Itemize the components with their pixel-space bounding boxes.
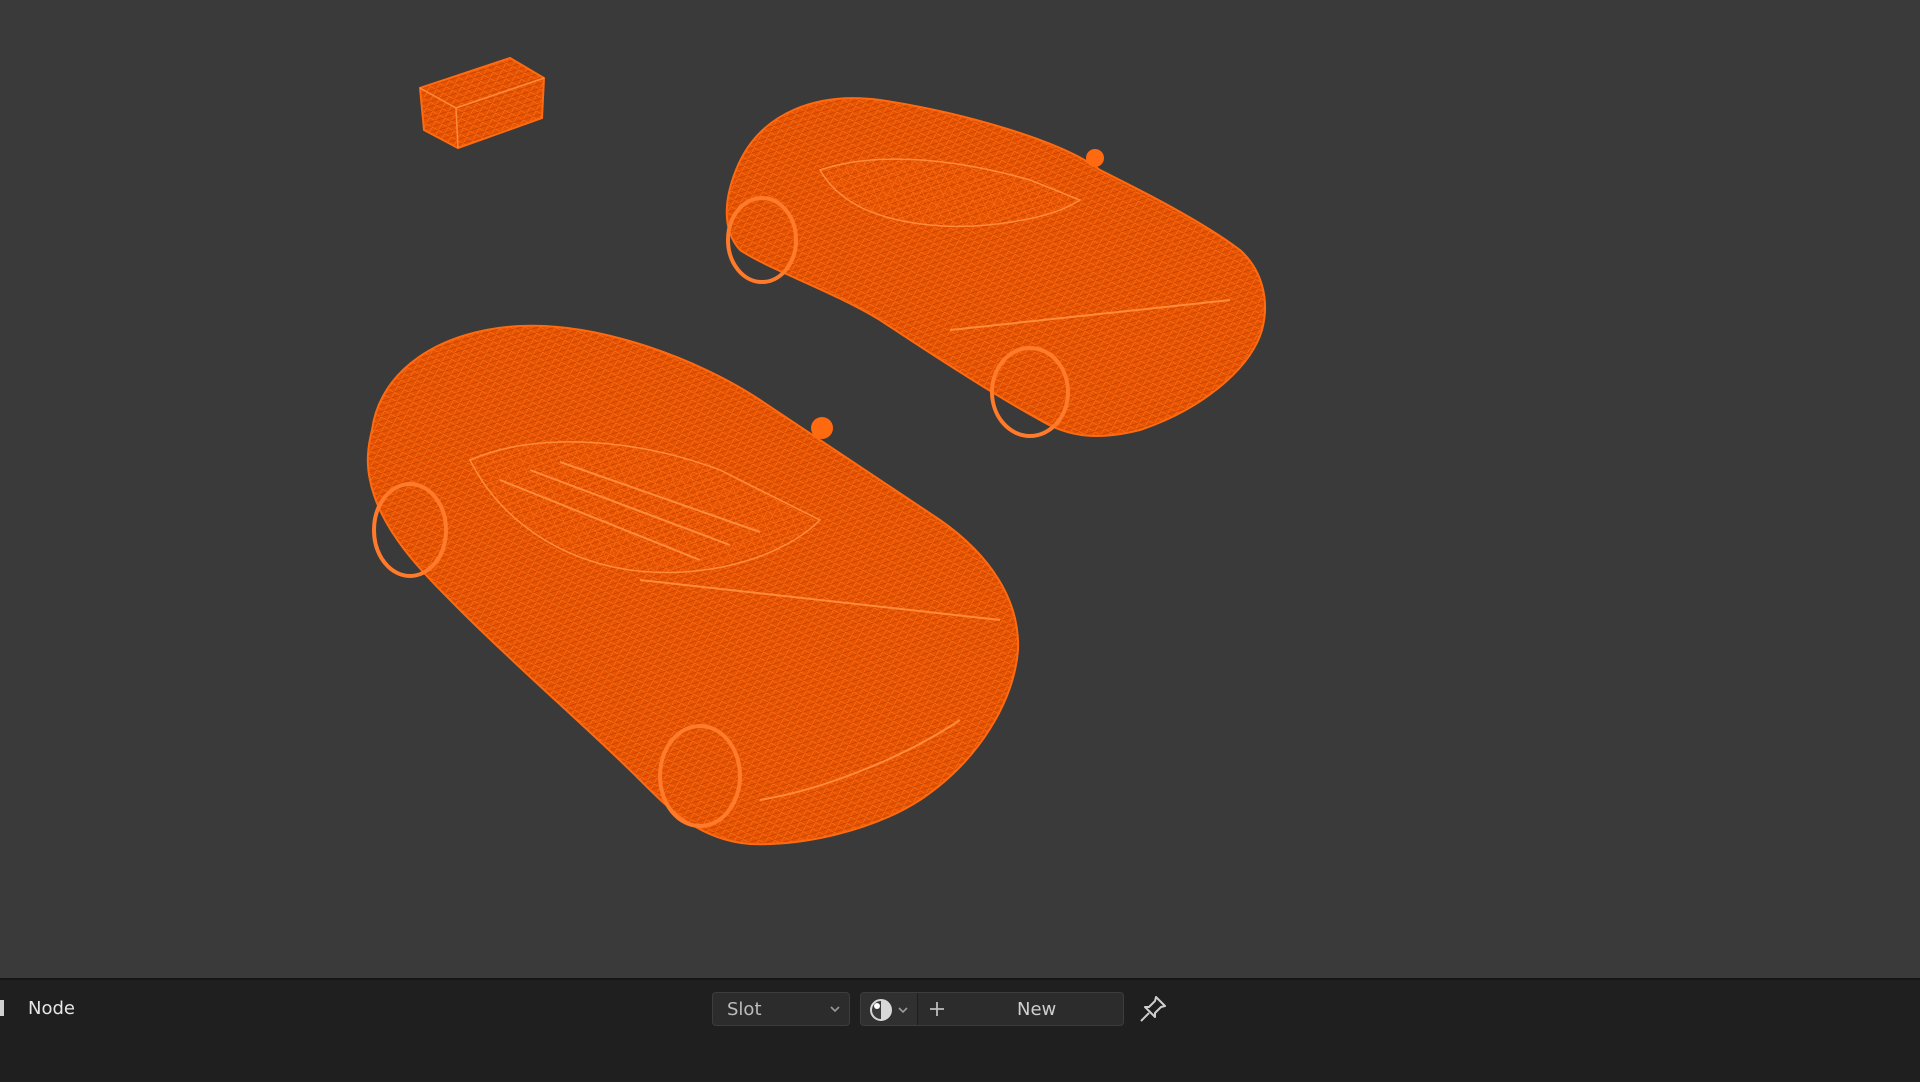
new-material-button[interactable]: New (917, 993, 1123, 1025)
slot-label: Slot (727, 999, 762, 1020)
car-object-back[interactable] (725, 97, 1266, 438)
browse-material-button[interactable] (861, 993, 918, 1025)
material-selector: New (860, 992, 1124, 1026)
plus-icon (930, 1002, 944, 1016)
new-button-label: New (1017, 999, 1057, 1020)
cube-object[interactable] (418, 56, 546, 150)
3d-viewport[interactable] (0, 0, 1920, 978)
chevron-down-icon (898, 1007, 908, 1014)
material-sphere-icon (870, 999, 892, 1021)
car-object-front[interactable] (366, 324, 1020, 846)
menu-node[interactable]: Node (28, 998, 75, 1019)
slot-dropdown[interactable]: Slot (712, 992, 850, 1026)
chevron-down-icon (830, 1006, 840, 1013)
node-editor-header: Node Slot New (0, 978, 1920, 1082)
viewport-scene (366, 56, 1266, 846)
menu-item-truncated[interactable] (0, 1000, 4, 1016)
pin-icon[interactable] (1138, 994, 1168, 1024)
